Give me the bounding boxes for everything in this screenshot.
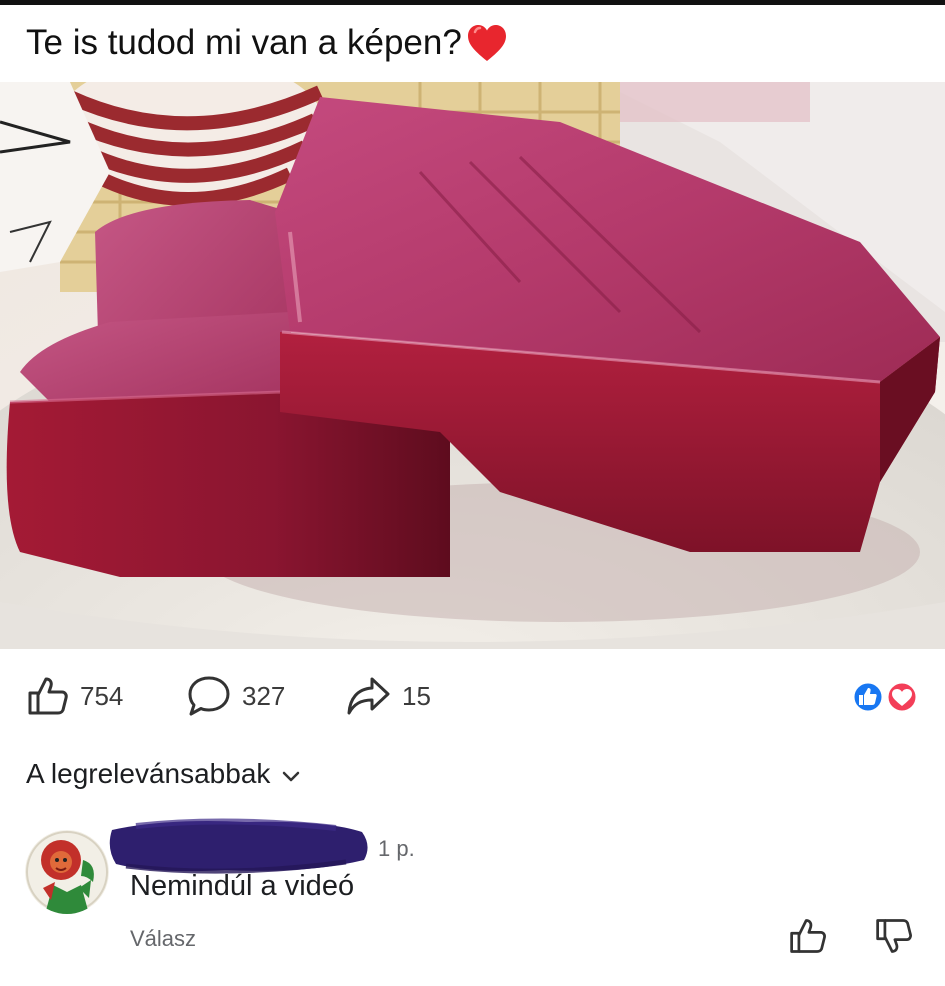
- like-reaction-icon: [851, 680, 885, 714]
- thumbs-up-icon[interactable]: [788, 916, 828, 956]
- post-title-text: Te is tudod mi van a képen?: [26, 23, 462, 62]
- comment-item: 1 p. Nemindúl a videó Válasz: [0, 810, 945, 986]
- top-edge-bar: [0, 0, 945, 5]
- share-count: 15: [402, 680, 431, 711]
- reaction-icons[interactable]: [846, 680, 926, 714]
- post-photo[interactable]: [0, 82, 945, 649]
- comment-time: 1 p.: [378, 836, 415, 861]
- post-title: Te is tudod mi van a képen?: [26, 18, 508, 68]
- comment-stat[interactable]: 327: [186, 668, 285, 724]
- reply-button[interactable]: Válasz: [130, 926, 196, 952]
- comment-text: Nemindúl a videó: [130, 870, 355, 902]
- comment-count: 327: [242, 680, 286, 711]
- post-stats-row: 754 327 15: [0, 668, 945, 724]
- comment-sort-dropdown[interactable]: A legrelevánsabbak: [26, 752, 300, 796]
- like-count: 754: [80, 680, 124, 711]
- sort-label: A legrelevánsabbak: [26, 758, 271, 789]
- thumbs-down-icon[interactable]: [874, 916, 914, 956]
- like-stat[interactable]: 754: [26, 668, 123, 724]
- chevron-down-icon: [282, 758, 300, 790]
- share-stat[interactable]: 15: [346, 668, 431, 724]
- thumbs-up-icon: [26, 675, 70, 717]
- love-reaction-icon: [885, 680, 919, 714]
- lion-avatar[interactable]: [25, 830, 109, 914]
- red-heart-icon: [466, 23, 508, 63]
- share-arrow-icon: [346, 675, 392, 717]
- comment-bubble-icon: [186, 674, 232, 718]
